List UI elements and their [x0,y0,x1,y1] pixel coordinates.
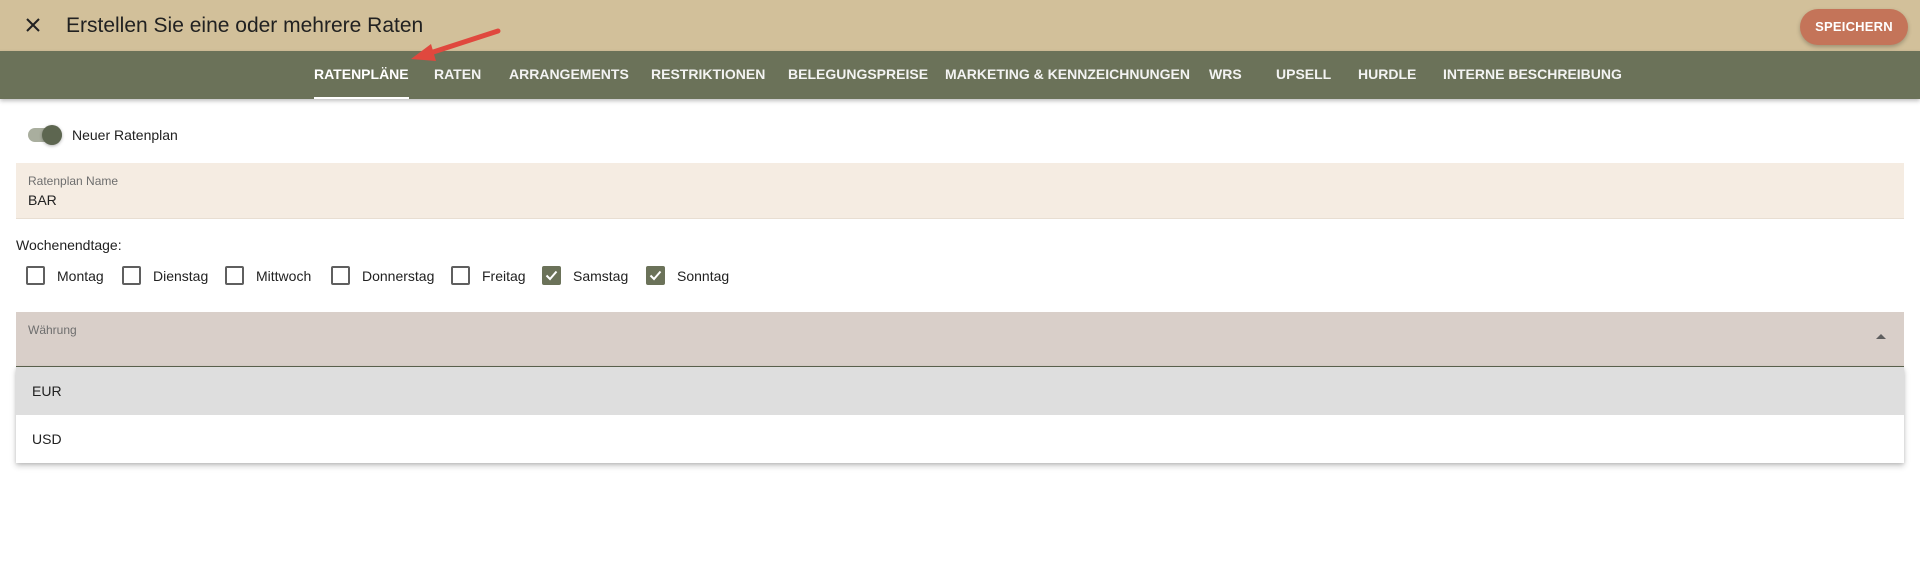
checkbox-box [451,266,470,285]
currency-dropdown-panel: EUR USD [16,367,1904,463]
tab-hurdle[interactable]: HURDLE [1358,51,1416,99]
tab-upsell[interactable]: UPSELL [1276,51,1331,99]
checkmark-icon [649,270,662,281]
checkbox-box [122,266,141,285]
tab-ratenplaene[interactable]: RATENPLÄNE [314,51,409,99]
checkbox-box [26,266,45,285]
checkbox-box [542,266,561,285]
checkbox-label: Donnerstag [362,268,435,284]
tab-belegungspreise[interactable]: BELEGUNGSPREISE [788,51,928,99]
new-rateplan-label: Neuer Ratenplan [72,127,178,143]
close-icon [26,18,40,32]
new-rateplan-toggle[interactable] [28,125,62,145]
tab-bar: RATENPLÄNE RATEN ARRANGEMENTS RESTRIKTIO… [0,51,1920,99]
save-button[interactable]: SPEICHERN [1800,9,1908,45]
tab-interne-beschreibung[interactable]: INTERNE BESCHREIBUNG [1443,51,1622,99]
rateplan-name-value: BAR [28,192,57,208]
checkbox-box [225,266,244,285]
tab-arrangements[interactable]: ARRANGEMENTS [509,51,629,99]
caret-up-icon[interactable] [1876,334,1886,339]
checkbox-label: Mittwoch [256,268,312,284]
checkbox-label: Freitag [482,268,526,284]
rateplan-name-field[interactable]: Ratenplan Name BAR [16,163,1904,219]
rateplan-name-label: Ratenplan Name [28,174,119,188]
tab-raten[interactable]: RATEN [434,51,481,99]
checkbox-box [331,266,350,285]
checkbox-label: Samstag [573,268,629,284]
top-header-bar: Erstellen Sie eine oder mehrere Raten SP… [0,0,1920,51]
page-title: Erstellen Sie eine oder mehrere Raten [66,14,424,37]
tab-marketing[interactable]: MARKETING & KENNZEICHNUNGEN [945,51,1190,99]
currency-option-eur[interactable]: EUR [16,367,1904,415]
close-button[interactable] [20,12,46,38]
checkbox-label: Montag [57,268,104,284]
weekend-days-label: Wochenendtage: [16,237,122,253]
checkbox-label: Dienstag [153,268,209,284]
currency-option-usd[interactable]: USD [16,415,1904,463]
toggle-thumb [42,125,62,145]
checkbox-box [646,266,665,285]
checkbox-label: Sonntag [677,268,730,284]
currency-select[interactable]: Währung [16,312,1904,367]
checkmark-icon [545,270,558,281]
tab-restriktionen[interactable]: RESTRIKTIONEN [651,51,765,99]
currency-label: Währung [28,323,77,337]
tab-wrs[interactable]: WRS [1209,51,1242,99]
